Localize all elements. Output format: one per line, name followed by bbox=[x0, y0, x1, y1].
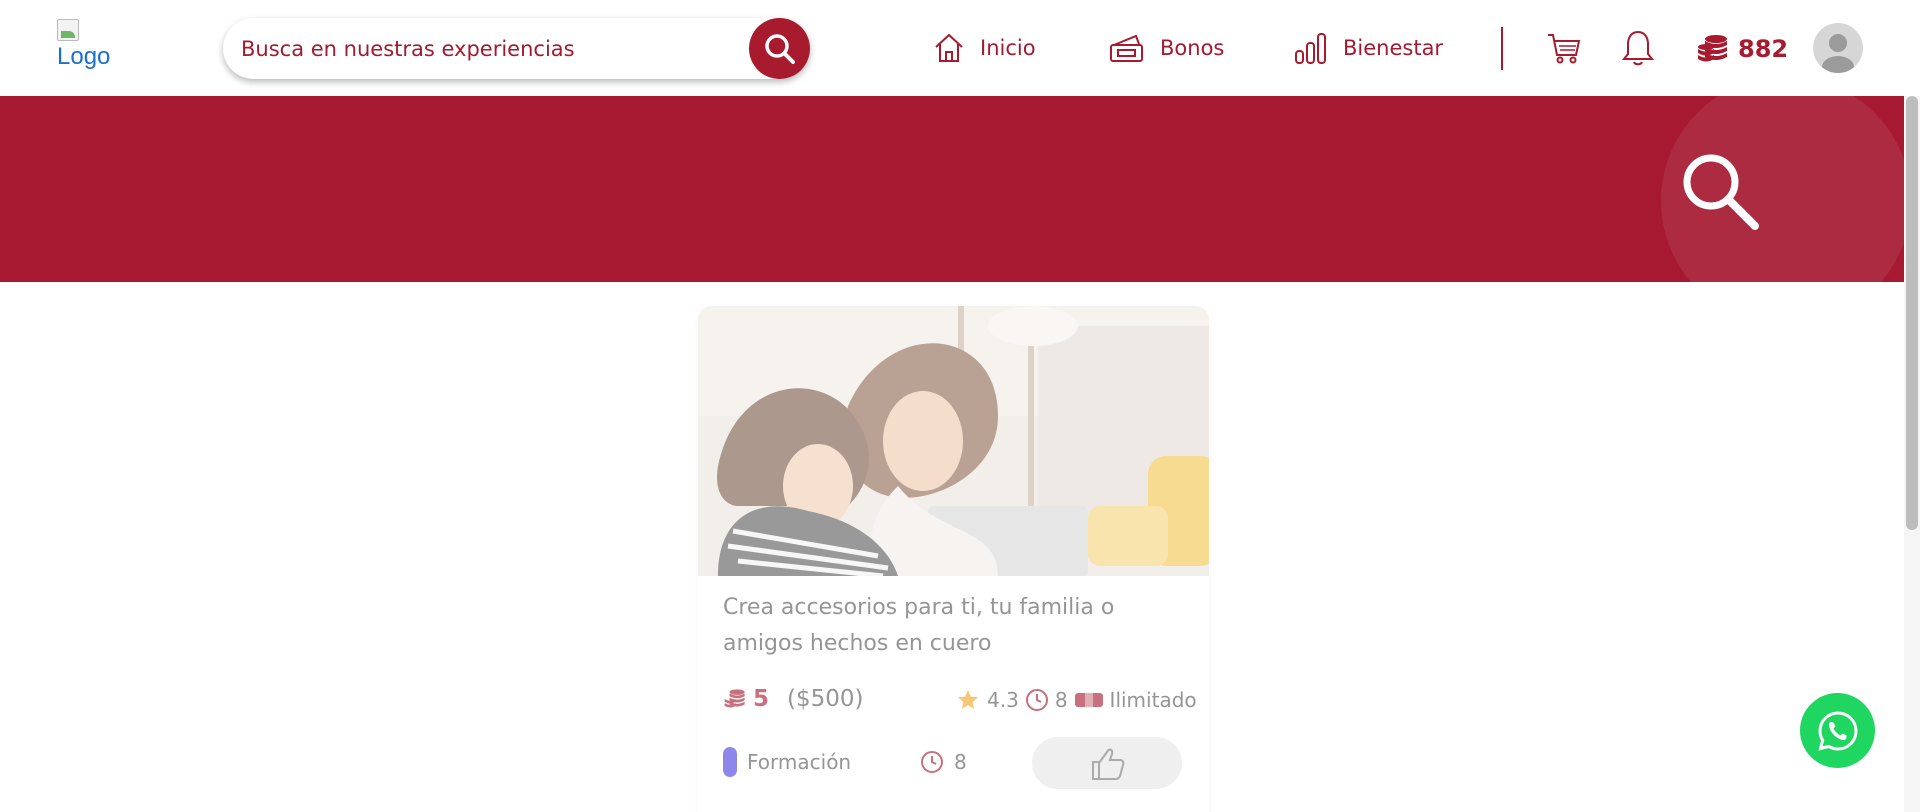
bell-icon bbox=[1621, 30, 1655, 66]
logo-alt-text: Logo bbox=[57, 43, 111, 70]
cart-button[interactable] bbox=[1544, 27, 1584, 69]
category-tag: Formación bbox=[723, 747, 851, 777]
search-input[interactable] bbox=[241, 18, 741, 79]
whatsapp-icon bbox=[1817, 710, 1858, 751]
coins-icon bbox=[1698, 35, 1727, 62]
whatsapp-button[interactable] bbox=[1800, 693, 1875, 768]
search-button[interactable] bbox=[749, 18, 810, 79]
notifications-button[interactable] bbox=[1618, 27, 1658, 69]
coins-balance[interactable]: 882 bbox=[1696, 29, 1788, 69]
bar-chart-icon bbox=[1295, 33, 1326, 64]
card-price-amount: ($500) bbox=[787, 686, 864, 712]
card-rating: 4.3 bbox=[987, 688, 1019, 712]
nav-bienestar[interactable]: Bienestar bbox=[1293, 28, 1443, 68]
experience-image bbox=[698, 306, 1209, 576]
voucher-icon bbox=[1110, 34, 1143, 62]
user-avatar[interactable] bbox=[1813, 23, 1863, 73]
card-duration-meta: 8 bbox=[1054, 688, 1068, 712]
category-color-pill bbox=[723, 747, 737, 777]
nav-inicio-label: Inicio bbox=[980, 36, 1036, 60]
logo[interactable]: Logo bbox=[57, 19, 127, 77]
thumbs-up-icon bbox=[1092, 748, 1125, 780]
star-icon bbox=[958, 690, 978, 709]
card-duration: 8 bbox=[920, 750, 967, 774]
user-avatar-icon bbox=[1822, 34, 1854, 73]
like-button[interactable] bbox=[1032, 737, 1182, 789]
cart-icon bbox=[1548, 34, 1581, 64]
top-header: Logo Inicio Bonos Bienestar bbox=[0, 0, 1904, 96]
nav-divider bbox=[1501, 27, 1503, 70]
search-icon bbox=[764, 33, 795, 64]
experience-card[interactable]: Crea accesorios para ti, tu familia o am… bbox=[698, 306, 1209, 812]
nav-bonos-label: Bonos bbox=[1160, 36, 1225, 60]
card-duration-value: 8 bbox=[954, 750, 967, 774]
nav-inicio[interactable]: Inicio bbox=[932, 28, 1036, 68]
clock-icon bbox=[921, 751, 943, 773]
banner-search-icon bbox=[1683, 154, 1759, 230]
coins-count: 882 bbox=[1738, 35, 1789, 63]
hero-banner bbox=[0, 96, 1904, 282]
scrollbar-thumb[interactable] bbox=[1906, 96, 1918, 530]
card-price: 5 ($500) bbox=[723, 686, 864, 712]
search-bar bbox=[223, 18, 810, 79]
card-title: Crea accesorios para ti, tu familia o am… bbox=[723, 595, 1115, 656]
nav-bonos[interactable]: Bonos bbox=[1108, 28, 1224, 68]
card-points: 5 bbox=[753, 686, 770, 712]
home-icon bbox=[935, 33, 963, 62]
coins-icon bbox=[724, 689, 745, 708]
nav-bienestar-label: Bienestar bbox=[1343, 36, 1444, 60]
broken-image-icon bbox=[57, 19, 79, 41]
card-meta: 4.3 8 Ilimitado bbox=[955, 688, 1197, 712]
ticket-icon bbox=[1074, 691, 1103, 709]
card-availability: Ilimitado bbox=[1109, 688, 1197, 712]
clock-icon bbox=[1025, 689, 1048, 711]
category-label: Formación bbox=[747, 750, 852, 774]
